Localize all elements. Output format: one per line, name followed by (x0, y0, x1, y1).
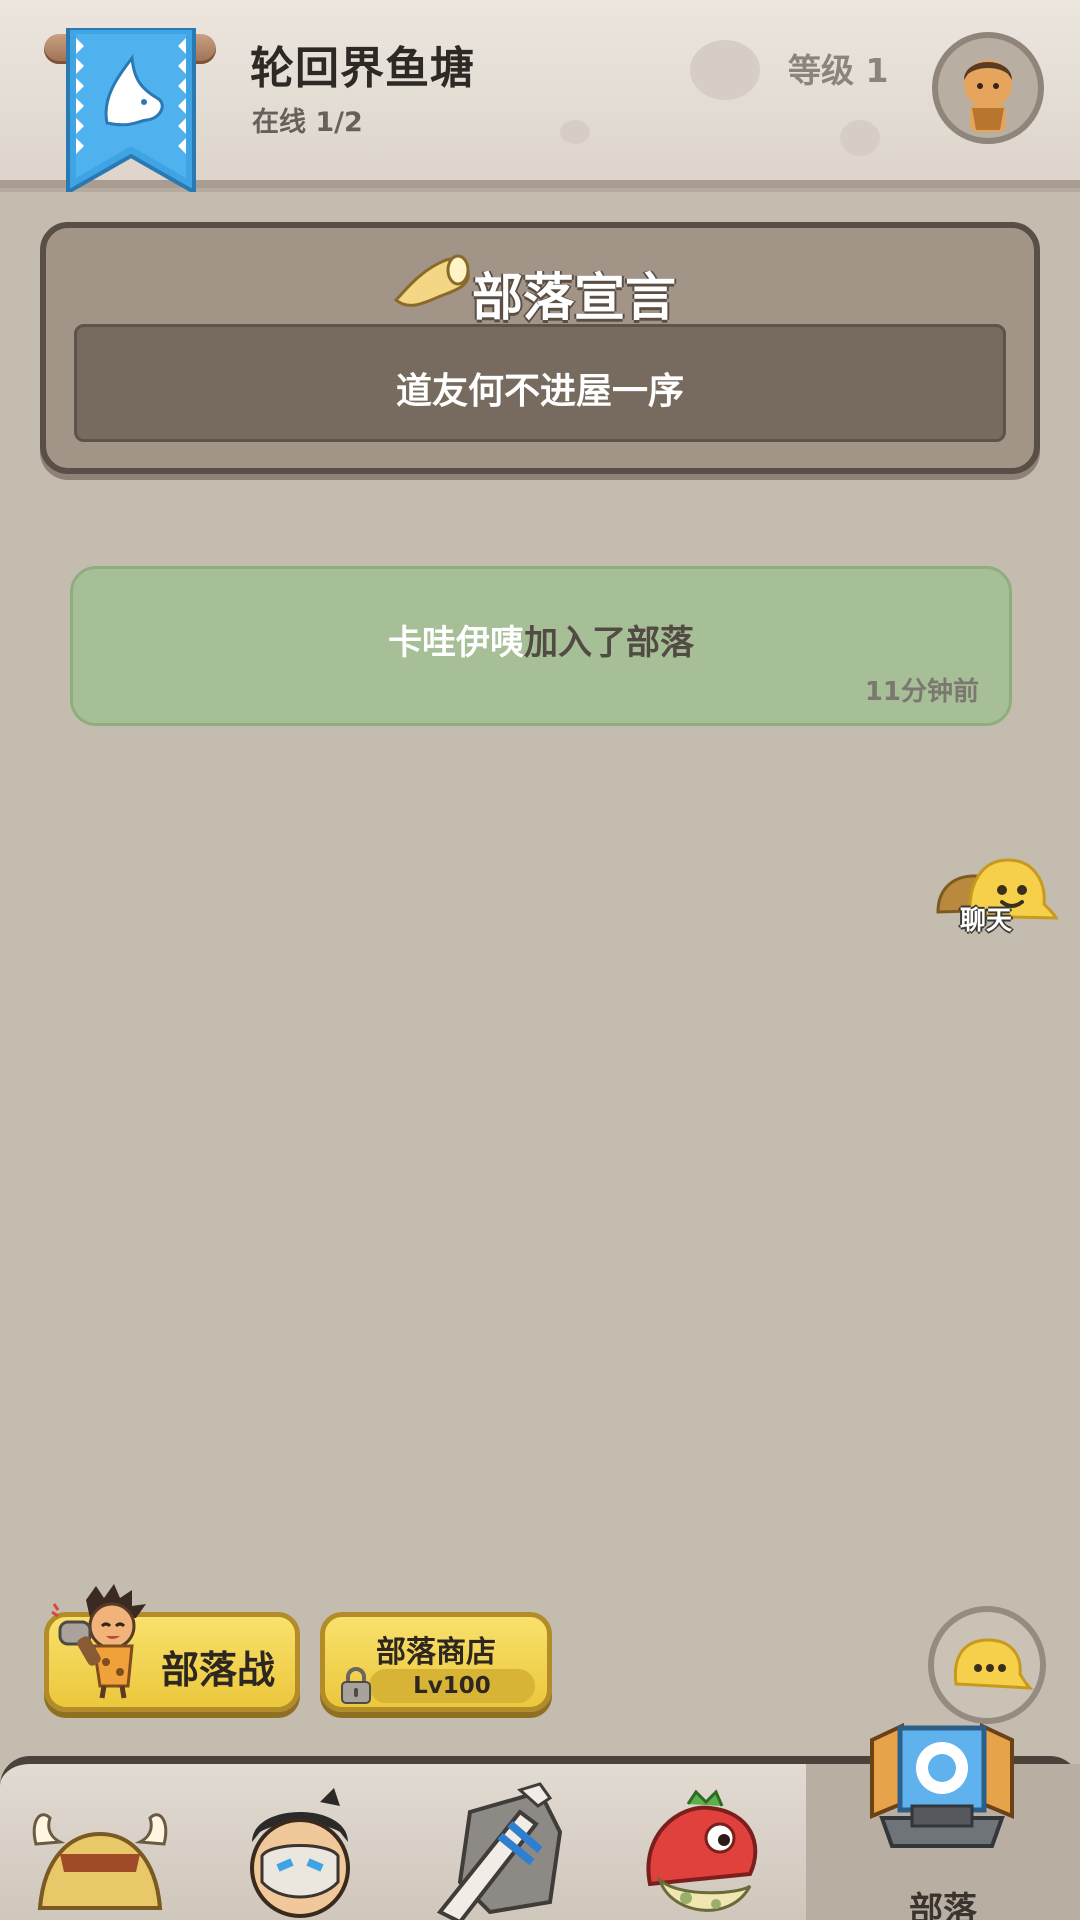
tribe-shop-level: Lv100 (369, 1669, 535, 1703)
nav-item-pets[interactable] (600, 1764, 800, 1920)
caveman-with-club-icon (51, 1584, 146, 1699)
chat-bubble-icon (953, 1638, 1034, 1690)
clan-avatar-button[interactable] (932, 32, 1044, 144)
stone-sword-icon (436, 1782, 563, 1920)
tribe-shop-button[interactable]: 部落商店 Lv100 (320, 1612, 552, 1712)
clan-screen: 轮回界鱼塘 在线 1/2 等级 1 部落宣言 道友何不进屋一序 卡哇伊咦加入了部… (0, 0, 1080, 1920)
member-joined-notice: 卡哇伊咦加入了部落 11分钟前 (70, 566, 1012, 726)
manifesto-panel: 部落宣言 (40, 222, 1040, 474)
online-count: 在线 1/2 (252, 107, 363, 138)
horn-icon (393, 254, 470, 307)
bottom-nav: 部落 (0, 1722, 1080, 1920)
notice-action: 加入了部落 (524, 623, 694, 663)
masked-warrior-icon (250, 1788, 350, 1918)
chat-float-label[interactable]: 聊天 (960, 900, 1012, 937)
nav-item-hut[interactable] (0, 1764, 200, 1920)
manifesto-title: 部落宣言 (472, 269, 677, 328)
notice-timestamp: 11分钟前 (864, 677, 979, 707)
clan-name: 轮回界鱼塘 (250, 43, 475, 94)
tribe-totem-icon (870, 1722, 1014, 1848)
notice-message: 卡哇伊咦加入了部落 (73, 615, 1009, 664)
lock-icon (341, 1667, 371, 1704)
manifesto-text: 道友何不进屋一序 (395, 371, 684, 412)
caveman-avatar-icon (964, 60, 1012, 132)
nav-item-warrior[interactable] (200, 1764, 400, 1920)
nav-item-tribe[interactable]: 部落 (806, 1722, 1080, 1920)
nav-item-weapons[interactable] (400, 1764, 600, 1920)
caveman-hat-icon (32, 1813, 168, 1910)
tribe-war-label: 部落战 (161, 1648, 276, 1692)
clan-level: 等级 1 (788, 51, 889, 90)
nav-label-tribe: 部落 (909, 1890, 977, 1920)
clan-banner-icon[interactable] (62, 28, 200, 192)
notice-username[interactable]: 卡哇伊咦 (388, 623, 524, 663)
red-dino-icon (646, 1789, 758, 1912)
clan-header: 轮回界鱼塘 在线 1/2 等级 1 (0, 0, 1080, 192)
